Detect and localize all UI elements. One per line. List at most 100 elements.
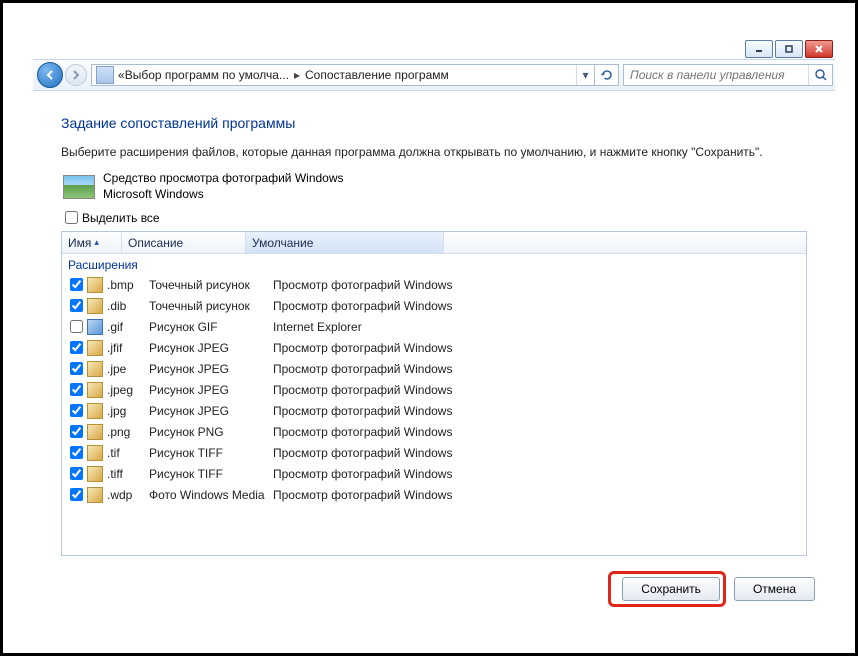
extension-name: .wdp — [107, 486, 149, 504]
extension-desc: Рисунок JPEG — [149, 402, 273, 420]
control-panel-icon — [96, 66, 114, 84]
extension-list: Имя ▴ Описание Умолчание Расширения.bmpТ… — [61, 231, 807, 556]
program-name: Средство просмотра фотографий Windows — [103, 171, 344, 187]
navbar: « Выбор программ по умолча... ▸ Сопостав… — [33, 59, 835, 91]
row-checkbox[interactable] — [70, 362, 83, 375]
maximize-button[interactable] — [775, 40, 803, 58]
file-type-icon — [87, 382, 103, 398]
file-type-icon — [87, 340, 103, 356]
save-button[interactable]: Сохранить — [622, 577, 720, 601]
cancel-button[interactable]: Отмена — [734, 577, 815, 601]
chevron-right-icon: ▸ — [294, 68, 300, 82]
minimize-button[interactable] — [745, 40, 773, 58]
screenshot-frame: « Выбор программ по умолча... ▸ Сопостав… — [0, 0, 858, 656]
extension-name: .tif — [107, 444, 149, 462]
extension-default: Просмотр фотографий Windows — [273, 402, 452, 420]
extension-desc: Фото Windows Media — [149, 486, 273, 504]
back-button[interactable] — [37, 62, 63, 88]
extension-desc: Точечный рисунок — [149, 297, 273, 315]
row-checkbox[interactable] — [70, 446, 83, 459]
window: « Выбор программ по умолча... ▸ Сопостав… — [33, 39, 835, 625]
extension-desc: Рисунок TIFF — [149, 465, 273, 483]
extension-row[interactable]: .jpeРисунок JPEGПросмотр фотографий Wind… — [62, 358, 806, 379]
extension-name: .gif — [107, 318, 149, 336]
extension-row[interactable]: .wdpФото Windows MediaПросмотр фотографи… — [62, 484, 806, 505]
search-input[interactable] — [624, 67, 808, 83]
search-icon[interactable] — [808, 65, 832, 85]
page-description: Выберите расширения файлов, которые данн… — [61, 145, 807, 159]
extension-default: Просмотр фотографий Windows — [273, 444, 452, 462]
extension-default: Просмотр фотографий Windows — [273, 465, 452, 483]
extension-row[interactable]: .dibТочечный рисунокПросмотр фотографий … — [62, 295, 806, 316]
select-all-input[interactable] — [65, 211, 78, 224]
column-desc[interactable]: Описание — [122, 232, 246, 253]
extension-row[interactable]: .jpgРисунок JPEGПросмотр фотографий Wind… — [62, 400, 806, 421]
list-header: Имя ▴ Описание Умолчание — [62, 232, 806, 254]
extension-default: Просмотр фотографий Windows — [273, 276, 452, 294]
sort-asc-icon: ▴ — [94, 237, 99, 248]
extension-default: Просмотр фотографий Windows — [273, 381, 452, 399]
close-button[interactable] — [805, 40, 833, 58]
row-checkbox[interactable] — [70, 299, 83, 312]
extension-default: Просмотр фотографий Windows — [273, 297, 452, 315]
file-type-icon — [87, 445, 103, 461]
highlight-annotation: Сохранить — [608, 571, 726, 607]
file-type-icon — [87, 403, 103, 419]
extension-name: .bmp — [107, 276, 149, 294]
extension-desc: Рисунок JPEG — [149, 339, 273, 357]
row-checkbox[interactable] — [70, 467, 83, 480]
group-header: Расширения — [62, 254, 806, 274]
extension-row[interactable]: .tifРисунок TIFFПросмотр фотографий Wind… — [62, 442, 806, 463]
breadcrumb-current[interactable]: Сопоставление программ — [305, 68, 449, 82]
extension-name: .dib — [107, 297, 149, 315]
row-checkbox[interactable] — [70, 425, 83, 438]
column-default[interactable]: Умолчание — [246, 232, 444, 253]
extension-desc: Точечный рисунок — [149, 276, 273, 294]
address-bar[interactable]: « Выбор программ по умолча... ▸ Сопостав… — [91, 64, 619, 86]
file-type-icon — [87, 487, 103, 503]
extension-name: .jfif — [107, 339, 149, 357]
extension-desc: Рисунок JPEG — [149, 360, 273, 378]
file-type-icon — [87, 298, 103, 314]
extension-row[interactable]: .pngРисунок PNGПросмотр фотографий Windo… — [62, 421, 806, 442]
refresh-button[interactable] — [594, 65, 618, 85]
file-type-icon — [87, 361, 103, 377]
content-area: Задание сопоставлений программы Выберите… — [33, 91, 835, 556]
row-checkbox[interactable] — [70, 404, 83, 417]
breadcrumb-text: « Выбор программ по умолча... ▸ Сопостав… — [118, 68, 576, 82]
row-checkbox[interactable] — [70, 341, 83, 354]
row-checkbox[interactable] — [70, 488, 83, 501]
row-checkbox[interactable] — [70, 278, 83, 291]
extension-default: Просмотр фотографий Windows — [273, 486, 452, 504]
select-all-checkbox[interactable]: Выделить все — [61, 208, 807, 227]
row-checkbox[interactable] — [70, 383, 83, 396]
file-type-icon — [87, 466, 103, 482]
footer: Сохранить Отмена — [608, 571, 815, 607]
program-info: Средство просмотра фотографий Windows Mi… — [61, 171, 807, 202]
breadcrumb-prev[interactable]: Выбор программ по умолча... — [125, 68, 289, 82]
file-type-icon — [87, 424, 103, 440]
search-box[interactable] — [623, 64, 833, 86]
forward-button[interactable] — [65, 64, 87, 86]
select-all-label: Выделить все — [82, 211, 160, 225]
file-type-icon — [87, 319, 103, 335]
breadcrumb-chevrons: « — [118, 68, 125, 82]
extension-desc: Рисунок JPEG — [149, 381, 273, 399]
extension-row[interactable]: .bmpТочечный рисунокПросмотр фотографий … — [62, 274, 806, 295]
extension-row[interactable]: .tiffРисунок TIFFПросмотр фотографий Win… — [62, 463, 806, 484]
file-type-icon — [87, 277, 103, 293]
extension-desc: Рисунок TIFF — [149, 444, 273, 462]
column-name[interactable]: Имя ▴ — [62, 232, 122, 253]
extension-name: .png — [107, 423, 149, 441]
program-icon — [63, 175, 95, 199]
row-checkbox[interactable] — [70, 320, 83, 333]
extension-name: .tiff — [107, 465, 149, 483]
page-title: Задание сопоставлений программы — [61, 115, 807, 131]
program-vendor: Microsoft Windows — [103, 187, 344, 203]
extension-row[interactable]: .jfifРисунок JPEGПросмотр фотографий Win… — [62, 337, 806, 358]
extension-default: Internet Explorer — [273, 318, 362, 336]
extension-row[interactable]: .jpegРисунок JPEGПросмотр фотографий Win… — [62, 379, 806, 400]
extension-row[interactable]: .gifРисунок GIFInternet Explorer — [62, 316, 806, 337]
address-dropdown[interactable]: ▾ — [576, 65, 594, 85]
extension-desc: Рисунок GIF — [149, 318, 273, 336]
